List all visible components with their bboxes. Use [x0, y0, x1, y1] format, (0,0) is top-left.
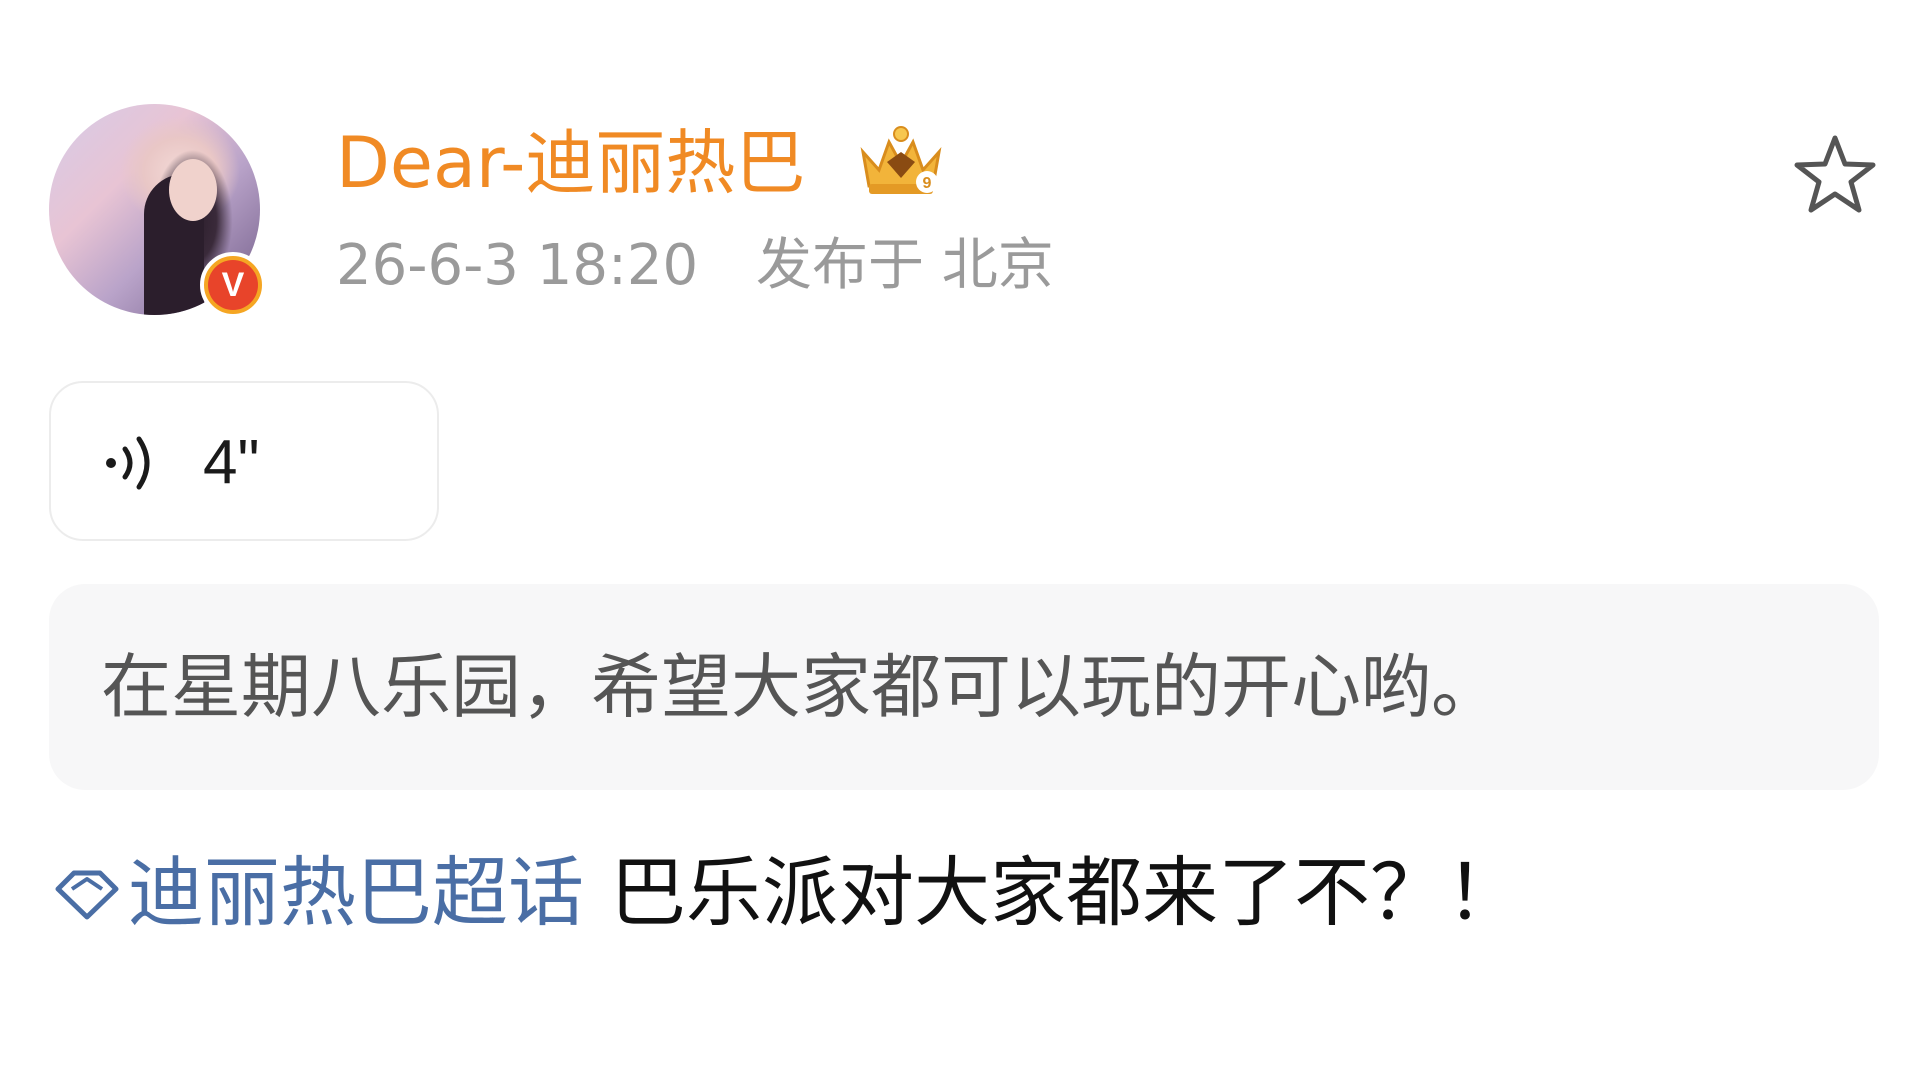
- svg-text:9: 9: [923, 175, 932, 192]
- voice-duration: 4": [203, 428, 260, 497]
- quote-text: 在星期八乐园，希望大家都可以玩的开心哟。: [101, 646, 1501, 728]
- avatar-face: [169, 159, 217, 221]
- diamond-topic-icon: [55, 870, 119, 920]
- voice-wave-icon: [106, 436, 150, 490]
- topic-link[interactable]: 迪丽热巴超话: [128, 848, 584, 938]
- post-text: 巴乐派对大家都来了不？！: [610, 848, 1522, 937]
- post-meta: 26-6-3 18:20 发布于 北京: [336, 230, 1054, 302]
- crown-level-icon: 9: [860, 126, 942, 194]
- post-timestamp: 26-6-3 18:20: [336, 233, 699, 298]
- verified-v-icon: V: [208, 260, 258, 310]
- weibo-post: V Dear-迪丽热巴 9 26-6-3 18:20 发布于 北京 4" 在星期…: [0, 0, 1920, 1080]
- author-name[interactable]: Dear-迪丽热巴: [336, 118, 805, 208]
- post-location: 发布于 北京: [755, 233, 1054, 298]
- voice-message[interactable]: 4": [49, 381, 439, 541]
- star-icon[interactable]: [1790, 130, 1880, 220]
- quote-box: 在星期八乐园，希望大家都可以玩的开心哟。: [49, 584, 1879, 790]
- verified-badge: V: [200, 252, 266, 318]
- post-body: 迪丽热巴超话 巴乐派对大家都来了不？！: [52, 848, 1522, 938]
